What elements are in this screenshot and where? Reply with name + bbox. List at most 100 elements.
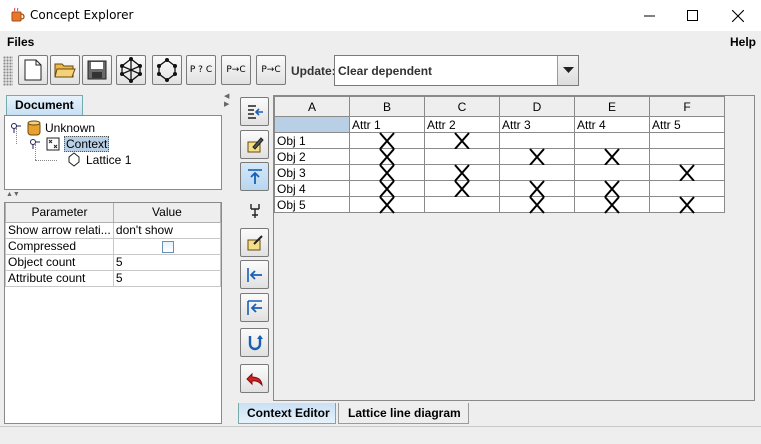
update-value: Clear dependent bbox=[338, 64, 433, 78]
relation-cell[interactable] bbox=[574, 164, 650, 181]
relation-cell[interactable] bbox=[499, 164, 575, 181]
relation-cell[interactable] bbox=[424, 148, 500, 165]
save-button[interactable] bbox=[82, 55, 112, 85]
tab-lattice-line-diagram[interactable]: Lattice line diagram bbox=[338, 403, 469, 424]
move-up-button[interactable] bbox=[240, 162, 269, 191]
title-bar: Concept Explorer bbox=[0, 0, 761, 31]
relation-cell[interactable] bbox=[349, 179, 425, 198]
relation-cell[interactable] bbox=[349, 195, 425, 214]
column-header[interactable]: Value bbox=[112, 203, 222, 223]
context-table: A B C D E F Attr 1 Attr 2 Attr 3 Attr 4 Attr 5 Obj … bbox=[274, 96, 725, 214]
expanded-handle-icon[interactable] bbox=[30, 139, 40, 149]
status-bar bbox=[0, 426, 761, 444]
split-button[interactable] bbox=[240, 196, 269, 225]
menu-help[interactable]: Help bbox=[730, 35, 756, 49]
relation-cell[interactable] bbox=[574, 147, 650, 166]
vertical-splitter[interactable]: ◀ ▶ bbox=[224, 93, 232, 425]
relation-cell[interactable] bbox=[499, 179, 575, 198]
tree-node-label: Unknown bbox=[45, 121, 96, 135]
relation-cell[interactable] bbox=[649, 180, 725, 197]
relation-cell[interactable] bbox=[574, 132, 650, 149]
move-up-icon bbox=[247, 168, 262, 184]
maximize-button[interactable] bbox=[669, 0, 715, 31]
column-letter[interactable]: A bbox=[274, 96, 350, 117]
object-name-cell[interactable]: Obj 4 bbox=[274, 180, 350, 197]
cross-mark-icon bbox=[679, 163, 695, 182]
tab-document[interactable]: Document bbox=[6, 95, 83, 115]
property-value[interactable]: don't show bbox=[112, 221, 222, 239]
relation-cell[interactable] bbox=[649, 148, 725, 165]
object-name-cell[interactable]: Obj 3 bbox=[274, 164, 350, 181]
open-button[interactable] bbox=[50, 55, 80, 85]
column-letter[interactable]: E bbox=[574, 96, 650, 117]
toolbar: P ? C P→C P→C Update: Clear dependent bbox=[0, 53, 761, 90]
object-name-cell[interactable]: Obj 5 bbox=[274, 196, 350, 213]
attribute-name-cell[interactable]: Attr 3 bbox=[499, 116, 575, 133]
relation-cell[interactable] bbox=[499, 147, 575, 166]
p-up-to-c-button[interactable]: P→C bbox=[256, 55, 286, 85]
relation-cell[interactable] bbox=[424, 179, 500, 198]
lattice-button[interactable] bbox=[116, 55, 146, 85]
column-letter[interactable]: F bbox=[649, 96, 725, 117]
object-name-cell[interactable]: Obj 1 bbox=[274, 132, 350, 149]
relation-cell[interactable] bbox=[499, 132, 575, 149]
object-name-cell[interactable]: Obj 2 bbox=[274, 148, 350, 165]
close-button[interactable] bbox=[715, 0, 761, 31]
tree-node-unknown[interactable]: Unknown bbox=[11, 120, 95, 136]
move-top-left-button[interactable] bbox=[240, 293, 269, 322]
clear-button[interactable] bbox=[240, 228, 269, 257]
property-value[interactable]: 5 bbox=[112, 269, 222, 287]
cross-mark-icon bbox=[454, 131, 470, 150]
expanded-handle-icon[interactable] bbox=[11, 123, 21, 133]
edit-button[interactable] bbox=[240, 130, 269, 159]
p-question-c-button[interactable]: P ? C bbox=[186, 55, 216, 85]
dropdown-arrow-button[interactable] bbox=[557, 56, 578, 85]
revert-button[interactable] bbox=[240, 364, 269, 393]
minimize-button[interactable] bbox=[626, 0, 672, 31]
corner-cell[interactable] bbox=[274, 116, 350, 133]
relation-cell[interactable] bbox=[499, 195, 575, 214]
column-letter[interactable]: C bbox=[424, 96, 500, 117]
object-row: Obj 3 bbox=[274, 163, 725, 182]
update-select[interactable]: Clear dependent bbox=[334, 55, 579, 86]
cross-mark-icon bbox=[604, 147, 620, 166]
attribute-name-cell[interactable]: Attr 4 bbox=[574, 116, 650, 133]
column-letter[interactable]: D bbox=[499, 96, 575, 117]
relation-cell[interactable] bbox=[424, 196, 500, 213]
relation-cell[interactable] bbox=[649, 195, 725, 214]
horizontal-splitter[interactable]: ▲▼ bbox=[4, 191, 222, 199]
attribute-name-cell[interactable]: Attr 2 bbox=[424, 116, 500, 133]
tree-node-context[interactable]: Context bbox=[30, 136, 110, 152]
toolbar-grip[interactable] bbox=[3, 56, 13, 86]
relation-cell[interactable] bbox=[349, 147, 425, 166]
p-to-c-button[interactable]: P→C bbox=[221, 55, 251, 85]
lattice-outline-icon bbox=[157, 58, 177, 82]
relation-cell[interactable] bbox=[424, 131, 500, 150]
relation-cell[interactable] bbox=[574, 179, 650, 198]
move-left-icon bbox=[246, 267, 262, 282]
insert-column-button[interactable] bbox=[240, 97, 269, 126]
column-header[interactable]: Parameter bbox=[5, 203, 114, 223]
attribute-name-cell[interactable]: Attr 5 bbox=[649, 116, 725, 133]
undo-button[interactable] bbox=[240, 328, 269, 357]
relation-cell[interactable] bbox=[424, 163, 500, 182]
new-button[interactable] bbox=[18, 55, 48, 85]
tab-context-editor[interactable]: Context Editor bbox=[238, 403, 336, 424]
property-name: Object count bbox=[5, 253, 114, 271]
tree-node-lattice-1[interactable]: Lattice 1 bbox=[68, 152, 131, 167]
relation-cell[interactable] bbox=[349, 163, 425, 182]
attribute-name-cell[interactable]: Attr 1 bbox=[349, 116, 425, 133]
move-left-button[interactable] bbox=[240, 260, 269, 289]
cross-mark-icon bbox=[379, 195, 395, 214]
relation-cell[interactable] bbox=[649, 163, 725, 182]
relation-cell[interactable] bbox=[649, 132, 725, 149]
compressed-checkbox[interactable] bbox=[161, 240, 174, 253]
property-value[interactable]: 5 bbox=[112, 253, 222, 271]
lattice-outline-button[interactable] bbox=[152, 55, 182, 85]
relation-cell[interactable] bbox=[349, 131, 425, 150]
column-letter[interactable]: B bbox=[349, 96, 425, 117]
menu-files[interactable]: Files bbox=[7, 35, 34, 49]
properties-header-row: Parameter Value bbox=[5, 203, 222, 223]
relation-cell[interactable] bbox=[574, 195, 650, 214]
split-icon bbox=[249, 203, 260, 218]
